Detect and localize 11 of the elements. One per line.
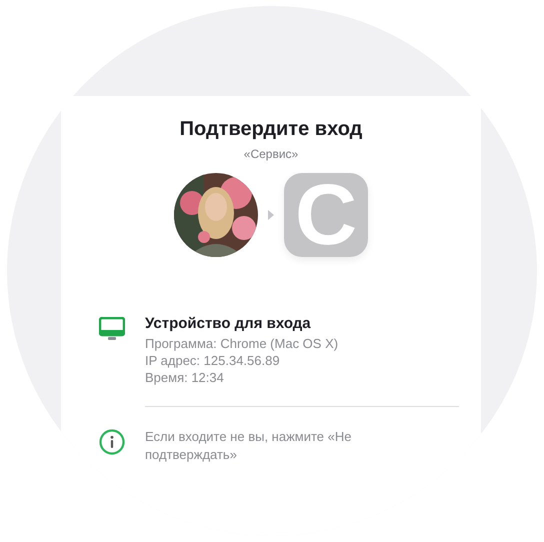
dialog-title: Подтвердите вход	[180, 118, 362, 141]
device-detail: Время: 12:34	[145, 369, 225, 386]
device-heading: Устройство для входа	[145, 315, 312, 332]
notice-text: Если входите не вы, нажмите «Не подтверждать»	[145, 428, 352, 464]
logo-letter: С	[294, 172, 358, 258]
triangle-icon	[268, 210, 274, 220]
device-detail: Программа: Chrome (Mac OS X)	[145, 335, 338, 352]
device-detail: IP адрес: 125.34.56.89	[145, 352, 281, 369]
info-icon	[99, 429, 125, 455]
service-name: «Сервис»	[244, 147, 298, 161]
monitor-icon	[99, 317, 125, 341]
